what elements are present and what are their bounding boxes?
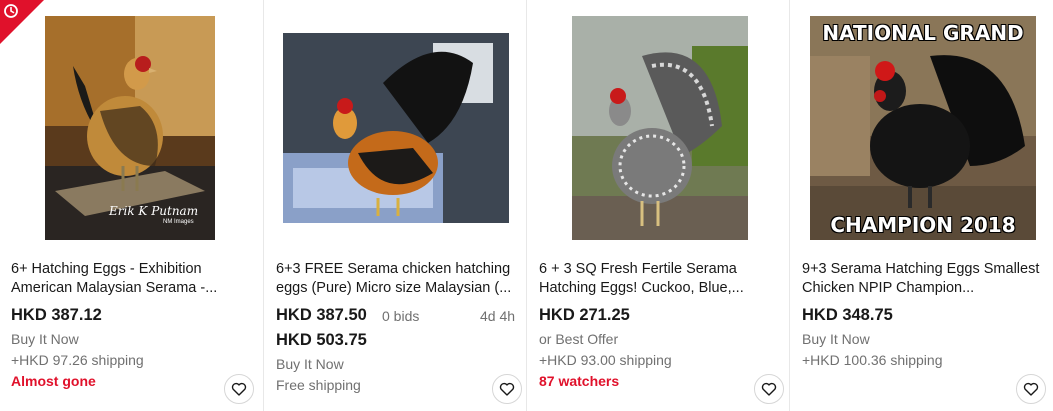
listing-price: HKD 348.75 [802, 306, 893, 324]
heart-icon [761, 382, 777, 396]
photo-caption-bottom: CHAMPION 2018 [830, 213, 1016, 237]
listing-watchers: 87 watchers [539, 373, 620, 389]
listing-shipping: +HKD 97.26 shipping [11, 352, 144, 368]
listing-title[interactable]: 9+3 Serama Hatching Eggs Smallest Chicke… [802, 260, 1042, 298]
photo-watermark-sub: NM Images [163, 219, 194, 225]
listing-price: HKD 387.12 [11, 306, 102, 324]
listing-image[interactable] [572, 16, 748, 240]
listing-format: Buy It Now [11, 331, 79, 347]
photo-watermark: Erik K Putnam [109, 204, 199, 218]
listing-card: NATIONAL GRAND CHAMPION 2018 9+3 Serama … [789, 0, 1053, 411]
listing-urgency: Almost gone [11, 373, 96, 389]
listing-buy-now-price: HKD 503.75 [276, 331, 367, 349]
listing-format: or Best Offer [539, 331, 619, 347]
listing-price: HKD 271.25 [539, 306, 630, 324]
watch-button[interactable] [1016, 374, 1046, 404]
heart-icon [499, 382, 515, 396]
heart-icon [1023, 382, 1039, 396]
photo-caption-top: NATIONAL GRAND [822, 21, 1024, 45]
listing-title[interactable]: 6 + 3 SQ Fresh Fertile Serama Hatching E… [539, 260, 779, 298]
listing-bids: 0 bids [382, 308, 420, 324]
listing-shipping: +HKD 100.36 shipping [802, 352, 943, 368]
watch-button[interactable] [224, 374, 254, 404]
listing-time-left: 4d 4h [480, 308, 516, 324]
listing-format: Buy It Now [802, 331, 870, 347]
heart-icon [231, 382, 247, 396]
watch-button[interactable] [492, 374, 522, 404]
listing-card: 6 + 3 SQ Fresh Fertile Serama Hatching E… [526, 0, 789, 411]
listing-format: Buy It Now [276, 356, 344, 372]
listing-card: 6+3 FREE Serama chicken hatching eggs (P… [263, 0, 526, 411]
listing-image[interactable] [283, 33, 509, 223]
listing-shipping: Free shipping [276, 377, 361, 393]
listing-image[interactable]: Erik K Putnam NM Images [45, 16, 215, 240]
listing-price: HKD 387.50 [276, 306, 367, 324]
watch-button[interactable] [754, 374, 784, 404]
listing-image[interactable]: NATIONAL GRAND CHAMPION 2018 [810, 16, 1036, 240]
listing-title[interactable]: 6+3 FREE Serama chicken hatching eggs (P… [276, 260, 516, 298]
clock-icon [4, 4, 18, 18]
listing-shipping: +HKD 93.00 shipping [539, 352, 672, 368]
listing-grid: Erik K Putnam NM Images 6+ Hatching Eggs… [0, 0, 1053, 411]
listing-title[interactable]: 6+ Hatching Eggs - Exhibition American M… [11, 260, 251, 298]
listing-card: Erik K Putnam NM Images 6+ Hatching Eggs… [0, 0, 263, 411]
